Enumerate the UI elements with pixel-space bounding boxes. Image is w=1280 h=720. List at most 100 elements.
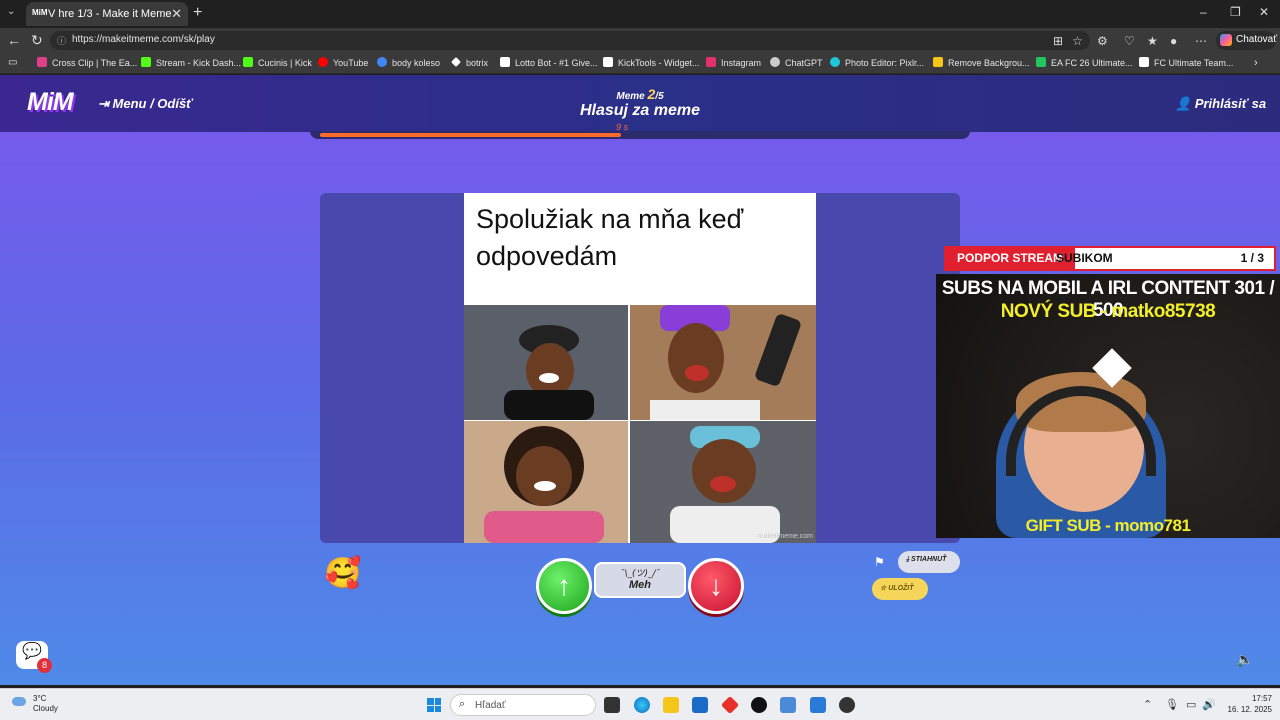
favorite-item[interactable]: FC Ultimate Team... xyxy=(1139,57,1233,68)
more-menu-icon[interactable]: ⋯ xyxy=(1195,34,1207,48)
site-info-icon[interactable]: ⓘ xyxy=(57,34,66,47)
favorite-item[interactable]: Stream - Kick Dash... xyxy=(141,57,241,68)
favorite-item[interactable]: ChatGPT xyxy=(770,57,823,68)
windows-start-icon[interactable] xyxy=(427,698,441,712)
task-view-icon[interactable] xyxy=(604,697,620,713)
meme-image: Spolužiak na mňa keď odpovedám makeitmem… xyxy=(464,193,816,543)
timer-progress-fill xyxy=(320,133,621,137)
favorite-item[interactable]: Cross Clip | The Ea... xyxy=(37,57,137,68)
report-flag-icon[interactable]: ⚑ xyxy=(874,555,885,569)
browser-tab[interactable]: MiM V hre 1/3 - Make it Meme ✕ xyxy=(26,2,188,26)
chevron-right-icon[interactable]: › xyxy=(1254,57,1258,69)
save-label: ULOŽIŤ xyxy=(888,585,914,592)
menu-button[interactable]: ⇥ Menu / Odíšť xyxy=(98,96,192,112)
favorite-item[interactable]: Lotto Bot - #1 Give... xyxy=(500,57,598,68)
edge-icon[interactable] xyxy=(634,697,650,713)
refresh-icon[interactable]: ↻ xyxy=(31,32,43,49)
login-button[interactable]: 👤 Prihlásiť sa xyxy=(1175,96,1266,112)
store-icon[interactable] xyxy=(692,697,708,713)
timer-label: 9 s xyxy=(615,122,628,132)
browser-tab-bar: ⌄ MiM V hre 1/3 - Make it Meme ✕ + – ❐ ✕ xyxy=(0,0,1280,28)
meme-caption: Spolužiak na mňa keď odpovedám xyxy=(476,204,744,271)
restore-icon[interactable]: ❐ xyxy=(1230,5,1241,19)
taskbar-search[interactable]: ⌕ Hľadať xyxy=(450,694,596,716)
favorite-item[interactable]: Remove Backgrou... xyxy=(933,57,1030,68)
sub-support-banner: PODPOR STREAM SUBIKOM 1 / 3 xyxy=(944,246,1276,271)
meme-photo-1 xyxy=(464,305,628,420)
login-label: Prihlásiť sa xyxy=(1194,96,1267,111)
tiktok-icon[interactable] xyxy=(751,697,767,713)
kick-icon xyxy=(141,57,151,67)
favorite-item[interactable]: Photo Editor: Pixlr... xyxy=(830,57,924,68)
new-tab-icon[interactable]: + xyxy=(193,4,202,22)
windows-taskbar: 3°C Cloudy ⌕ Hľadať ⌃ 🎙 ▭ 🔊 17:57 16. 12.… xyxy=(0,688,1280,720)
volume-icon[interactable]: 🔊 xyxy=(1202,698,1216,711)
chat-badge: 8 xyxy=(37,658,52,673)
shrug-text: ¯\_(ツ)_/¯ xyxy=(619,569,661,579)
user-icon: 👤 xyxy=(1175,96,1195,111)
meme-watermark: makeitmeme.com xyxy=(757,533,813,540)
phase-title: Hlasuj za meme xyxy=(579,102,701,119)
download-button[interactable]: ⤓ STIAHNUŤ xyxy=(898,551,960,573)
arrow-down-icon: ↓ xyxy=(709,570,723,601)
close-window-icon[interactable]: ✕ xyxy=(1259,5,1269,19)
banner-page: 1 / 3 xyxy=(1240,251,1264,265)
downvote-button[interactable]: ↓ xyxy=(688,558,744,614)
search-placeholder: Hľadať xyxy=(475,700,506,711)
save-button[interactable]: ☆ ULOŽIŤ xyxy=(872,578,928,600)
favorites-icon[interactable]: ★ xyxy=(1147,34,1158,48)
upvote-button[interactable]: ↑ xyxy=(536,558,592,614)
profile-avatar-icon[interactable]: ● xyxy=(1170,34,1177,48)
favorite-star-icon[interactable]: ☆ xyxy=(1072,34,1083,48)
minimize-icon[interactable]: – xyxy=(1200,5,1207,19)
browser-essentials-icon[interactable]: ♡ xyxy=(1124,34,1135,48)
banner-label-black: SUBIKOM xyxy=(1056,251,1113,265)
collections-icon[interactable]: ▭ xyxy=(8,57,17,68)
removebg-icon xyxy=(933,57,943,67)
grid-icon xyxy=(603,57,613,67)
close-tab-icon[interactable]: ✕ xyxy=(171,6,182,22)
app-icon[interactable] xyxy=(720,695,740,715)
tray-overflow-icon[interactable]: ⌃ xyxy=(1143,698,1152,711)
meh-button[interactable]: ¯\_(ツ)_/¯ Meh xyxy=(594,562,686,598)
youtube-icon xyxy=(318,57,328,67)
file-explorer-icon[interactable] xyxy=(663,697,679,713)
favorite-item[interactable]: Cucinis | Kick xyxy=(243,57,312,68)
webcam-overlay: SUBS NA MOBIL A IRL CONTENT 301 / 500 NO… xyxy=(936,274,1280,538)
back-icon[interactable]: ← xyxy=(7,32,21,48)
tab-title: V hre 1/3 - Make it Meme xyxy=(48,8,172,20)
network-icon[interactable]: ▭ xyxy=(1186,698,1196,711)
favorite-item[interactable]: YouTube xyxy=(318,57,368,68)
download-label: STIAHNUŤ xyxy=(911,556,947,563)
copilot-icon xyxy=(1220,34,1232,46)
favorite-item[interactable]: body koleso xyxy=(377,57,440,68)
cloud-icon xyxy=(12,697,26,706)
obs-icon[interactable] xyxy=(839,697,855,713)
tab-actions-icon[interactable]: ⌄ xyxy=(7,6,15,17)
favorite-item[interactable]: EA FC 26 Ultimate... xyxy=(1036,57,1133,68)
address-toolbar: ← ↻ ⓘ https://makeitmeme.com/sk/play ⊞ ☆… xyxy=(0,28,1280,53)
copilot-button[interactable]: Chatovať xyxy=(1216,31,1277,50)
star-icon: ☆ xyxy=(880,585,889,592)
reaction-emoji-button[interactable]: 🥰 xyxy=(324,556,361,591)
notepad-icon[interactable] xyxy=(780,697,796,713)
favorite-item[interactable]: Instagram xyxy=(706,57,761,68)
extension-icon[interactable]: ⚙ xyxy=(1097,34,1108,48)
meme-photo-3 xyxy=(464,421,628,543)
botrix-icon xyxy=(451,57,461,67)
favorite-item[interactable]: botrix xyxy=(451,57,488,68)
kick-icon xyxy=(243,57,253,67)
meh-label: Meh xyxy=(629,579,651,591)
favorite-item[interactable]: KickTools - Widget... xyxy=(603,57,700,68)
logo[interactable]: MiM xyxy=(27,88,74,117)
google-icon xyxy=(377,57,387,67)
microphone-icon[interactable]: 🎙 xyxy=(1165,698,1179,711)
system-clock[interactable]: 17:57 16. 12. 2025 xyxy=(1222,693,1272,715)
mute-icon[interactable]: 🔈 xyxy=(1236,651,1253,668)
url-field[interactable]: ⓘ https://makeitmeme.com/sk/play xyxy=(50,31,1090,50)
chat-button[interactable]: 💬 8 xyxy=(16,641,52,673)
photos-icon[interactable] xyxy=(810,697,826,713)
meme-photo-4: makeitmeme.com xyxy=(630,421,816,543)
apps-icon[interactable]: ⊞ xyxy=(1053,34,1063,48)
menu-label: Menu / Odíšť xyxy=(112,96,193,111)
